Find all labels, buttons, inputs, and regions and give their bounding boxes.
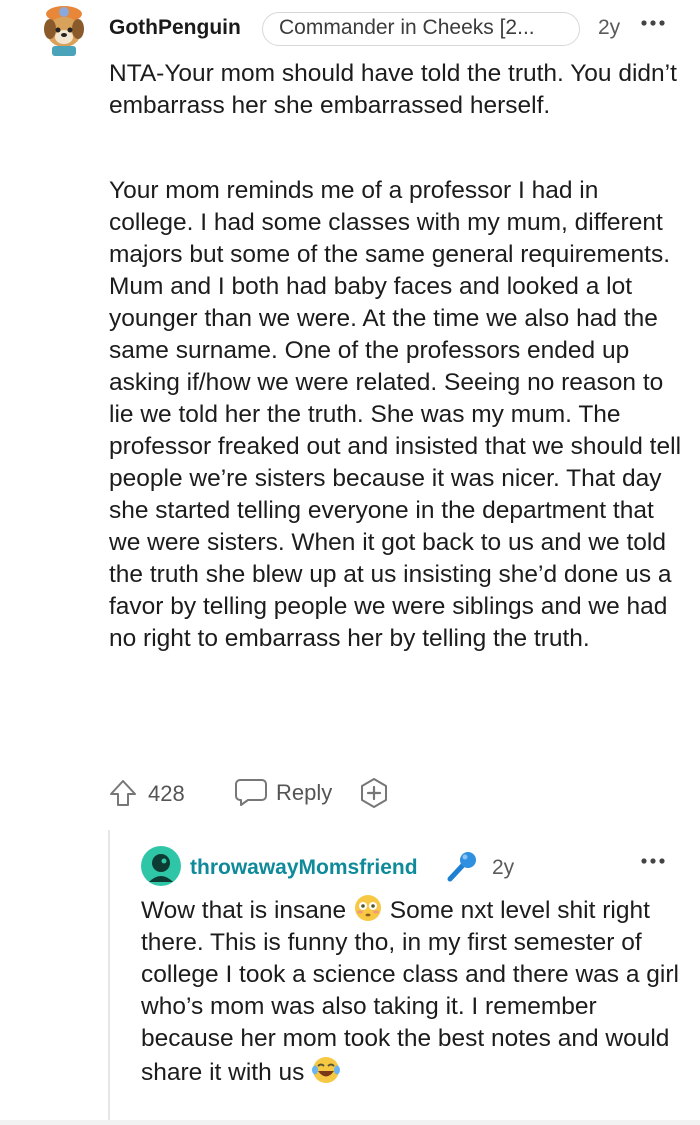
reply-user-avatar[interactable]: [141, 846, 181, 886]
comment-username[interactable]: GothPenguin: [109, 16, 241, 40]
reply-timestamp: 2y: [492, 856, 515, 879]
reply-icon[interactable]: [234, 777, 268, 807]
reply-text-part: Wow that is insane: [141, 897, 353, 924]
microphone-icon: [447, 852, 476, 882]
user-flair: Commander in Cheeks [2...: [262, 12, 580, 46]
reply-button[interactable]: Reply: [276, 780, 332, 806]
reply-text-part: Some nxt level shit right there. This is…: [141, 897, 679, 1086]
more-options-icon[interactable]: [640, 856, 666, 866]
flushed-face-emoji-icon: [354, 895, 381, 921]
more-options-icon[interactable]: [640, 18, 666, 28]
laughing-tears-emoji-icon: [312, 1057, 341, 1083]
user-avatar-dog[interactable]: [36, 2, 92, 58]
vote-score: 428: [148, 781, 185, 806]
comment-timestamp: 2y: [598, 16, 621, 39]
comment-paragraph: Your mom reminds me of a professor I had…: [109, 177, 682, 652]
upvote-icon[interactable]: [108, 778, 138, 808]
comment-paragraph: NTA-Your mom should have told the truth.…: [109, 60, 677, 119]
bottom-divider: [0, 1120, 700, 1125]
reply-username[interactable]: throwawayMomsfriend: [190, 856, 418, 880]
thread-line[interactable]: [108, 830, 110, 1125]
award-icon[interactable]: [358, 777, 390, 809]
reply-text: Wow that is insane Some nxt level shit r…: [141, 893, 681, 1089]
